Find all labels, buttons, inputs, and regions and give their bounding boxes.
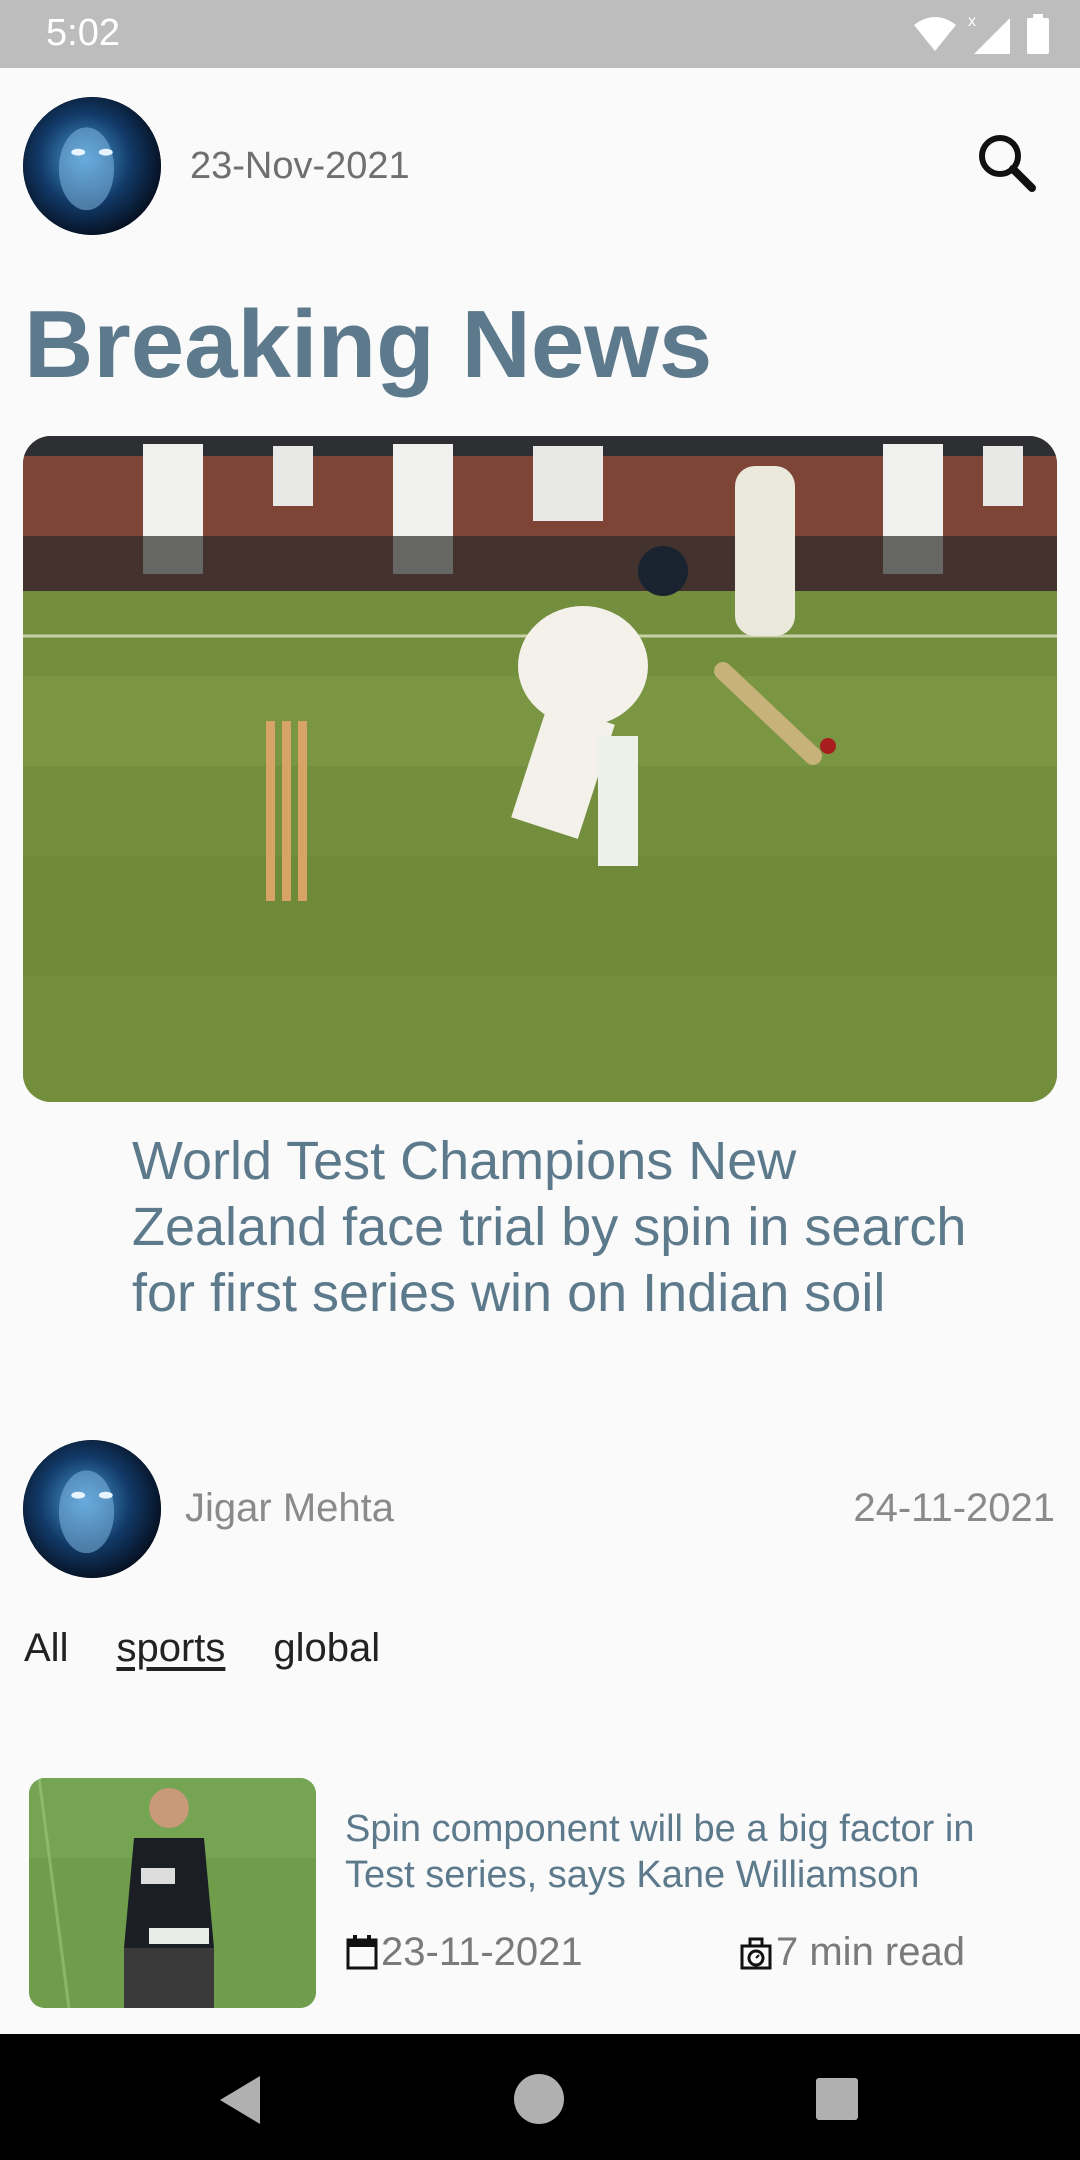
player-photo <box>29 1778 316 2008</box>
article-read-row: 7 min read <box>738 1930 965 1975</box>
article-date-row: 23-11-2021 <box>345 1930 583 1975</box>
search-icon <box>979 135 1036 192</box>
status-time: 5:02 <box>46 12 120 54</box>
timer-icon <box>740 1937 772 1969</box>
author-name: Jigar Mehta <box>185 1486 394 1530</box>
tab-sports[interactable]: sports <box>116 1626 225 1671</box>
article-read-time: 7 min read <box>776 1930 965 1974</box>
status-icons: x <box>912 12 1050 56</box>
tab-global[interactable]: global <box>273 1626 380 1671</box>
signal-icon: x <box>968 13 1010 54</box>
featured-image[interactable] <box>23 436 1057 1102</box>
category-tabs: All sports global <box>24 1626 380 1671</box>
article-thumbnail[interactable] <box>29 1778 316 2008</box>
featured-title[interactable]: World Test Champions New Zealand face tr… <box>132 1128 992 1326</box>
svg-text:x: x <box>968 13 976 30</box>
status-bar: 5:02 x <box>0 0 1080 68</box>
page-title: Breaking News <box>24 291 713 398</box>
cricket-photo <box>23 436 1057 1102</box>
system-nav-bar <box>0 2034 1080 2160</box>
battery-icon <box>1027 14 1049 54</box>
tab-all[interactable]: All <box>24 1626 68 1671</box>
featured-date: 24-11-2021 <box>853 1486 1055 1530</box>
author-avatar <box>23 1440 161 1578</box>
calendar-icon <box>346 1934 378 1969</box>
profile-avatar[interactable] <box>23 97 161 235</box>
recents-icon[interactable] <box>814 2076 860 2122</box>
author-avatar-image <box>23 1440 161 1578</box>
search-button[interactable] <box>968 124 1048 204</box>
home-icon[interactable] <box>512 2072 566 2126</box>
header-date: 23-Nov-2021 <box>190 145 410 187</box>
article-title[interactable]: Spin component will be a big factor in T… <box>345 1806 1045 1898</box>
wifi-icon <box>914 17 956 51</box>
back-icon[interactable] <box>216 2074 264 2126</box>
article-date: 23-11-2021 <box>381 1930 583 1974</box>
avatar-image <box>23 97 161 235</box>
